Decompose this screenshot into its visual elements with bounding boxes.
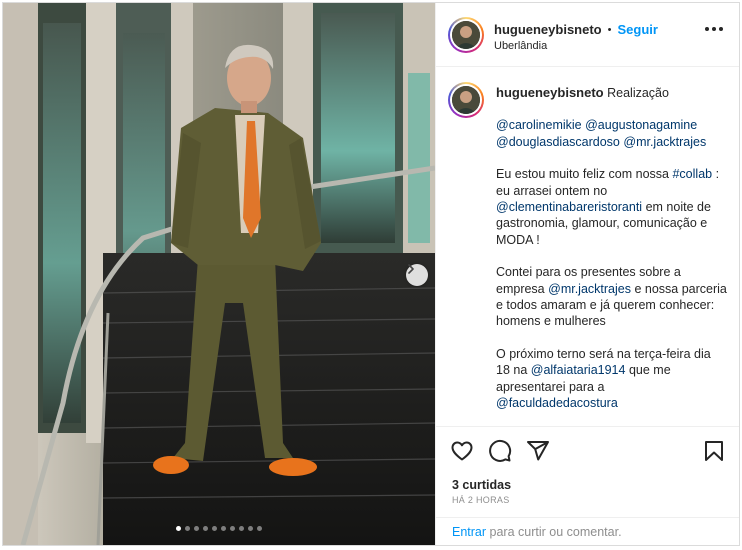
carousel-dot: [230, 526, 235, 531]
caption-text: Realização: [607, 86, 669, 100]
username[interactable]: hugueneybisneto: [494, 22, 602, 37]
mention-link[interactable]: @douglasdiascardoso: [496, 135, 620, 149]
carousel-dot: [248, 526, 253, 531]
avatar-image: [452, 21, 480, 49]
carousel-dot: [257, 526, 262, 531]
avatar-image: [452, 86, 480, 114]
carousel-dot: [212, 526, 217, 531]
avatar[interactable]: [448, 17, 484, 53]
hashtag-link[interactable]: #collab: [672, 167, 712, 181]
post-timestamp[interactable]: HÁ 2 HORAS: [452, 495, 510, 505]
mention-link[interactable]: @clementinabareristoranti: [496, 200, 642, 214]
post-caption: hugueneybisneto Realização @carolinemiki…: [496, 85, 728, 426]
carousel-dot: [221, 526, 226, 531]
send-icon[interactable]: [526, 439, 550, 463]
post-dialog: hugueneybisneto • Seguir Uberlândia hugu…: [2, 2, 740, 546]
login-prompt-text: para curtir ou comentar.: [489, 525, 622, 539]
post-side-panel: hugueneybisneto • Seguir Uberlândia hugu…: [435, 3, 739, 545]
carousel-indicator: [3, 526, 435, 531]
photo-illustration: [3, 3, 435, 545]
mention-link[interactable]: @alfaiataria1914: [531, 363, 626, 377]
post-photo[interactable]: [3, 3, 435, 545]
login-prompt: Entrar para curtir ou comentar.: [436, 517, 739, 545]
separator-dot: •: [607, 23, 612, 36]
bookmark-icon[interactable]: [702, 439, 726, 463]
carousel-dot: [203, 526, 208, 531]
mention-link[interactable]: @faculdadedacostura: [496, 396, 618, 410]
caption-username[interactable]: hugueneybisneto: [496, 85, 604, 100]
follow-button[interactable]: Seguir: [617, 22, 657, 37]
chevron-right-icon: [408, 264, 414, 274]
caption-area: hugueneybisneto Realização @carolinemiki…: [436, 68, 739, 426]
mention-link[interactable]: @mr.jacktrajes: [548, 282, 631, 296]
location-link[interactable]: Uberlândia: [494, 40, 658, 52]
carousel-dot: [239, 526, 244, 531]
carousel-dot: [185, 526, 190, 531]
mention-link[interactable]: @mr.jacktrajes: [623, 135, 706, 149]
likes-count[interactable]: 3 curtidas: [452, 478, 511, 492]
carousel-dot: [176, 526, 181, 531]
more-options-icon[interactable]: [705, 27, 723, 31]
heart-icon[interactable]: [450, 439, 474, 463]
post-actions: 3 curtidas HÁ 2 HORAS Entrar para curtir…: [436, 426, 739, 545]
comment-icon[interactable]: [488, 439, 512, 463]
caption-avatar[interactable]: [448, 82, 484, 118]
mention-link[interactable]: @carolinemikie @augustonagamine: [496, 118, 697, 132]
login-link[interactable]: Entrar: [452, 525, 486, 539]
carousel-dot: [194, 526, 199, 531]
post-header: hugueneybisneto • Seguir Uberlândia: [436, 3, 739, 67]
next-slide-button[interactable]: [406, 264, 428, 286]
caption-text: Eu estou muito feliz com nossa: [496, 167, 669, 182]
